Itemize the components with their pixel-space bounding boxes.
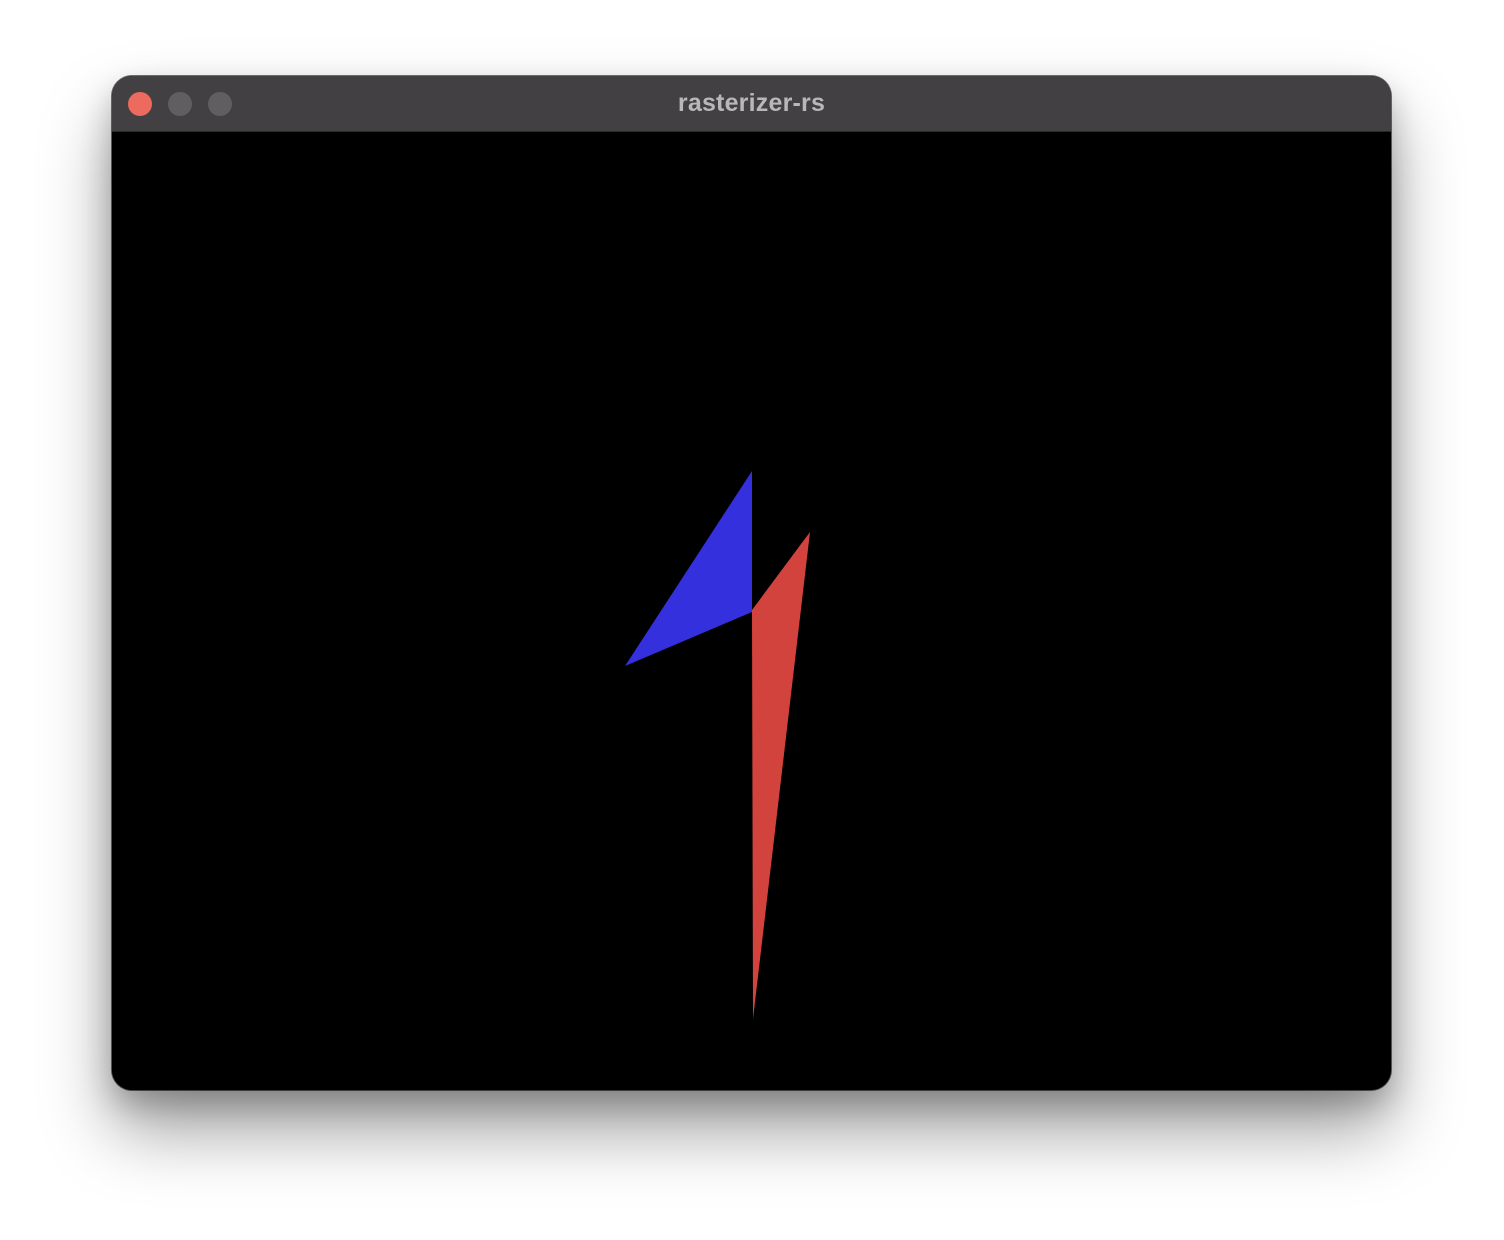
app-window: rasterizer-rs	[112, 76, 1391, 1090]
blue-triangle	[625, 471, 752, 666]
window-title: rasterizer-rs	[677, 89, 826, 117]
render-canvas	[112, 132, 1391, 1090]
red-triangle	[752, 532, 810, 1019]
render-surface	[625, 471, 810, 1019]
title-bar[interactable]: rasterizer-rs	[112, 76, 1391, 132]
